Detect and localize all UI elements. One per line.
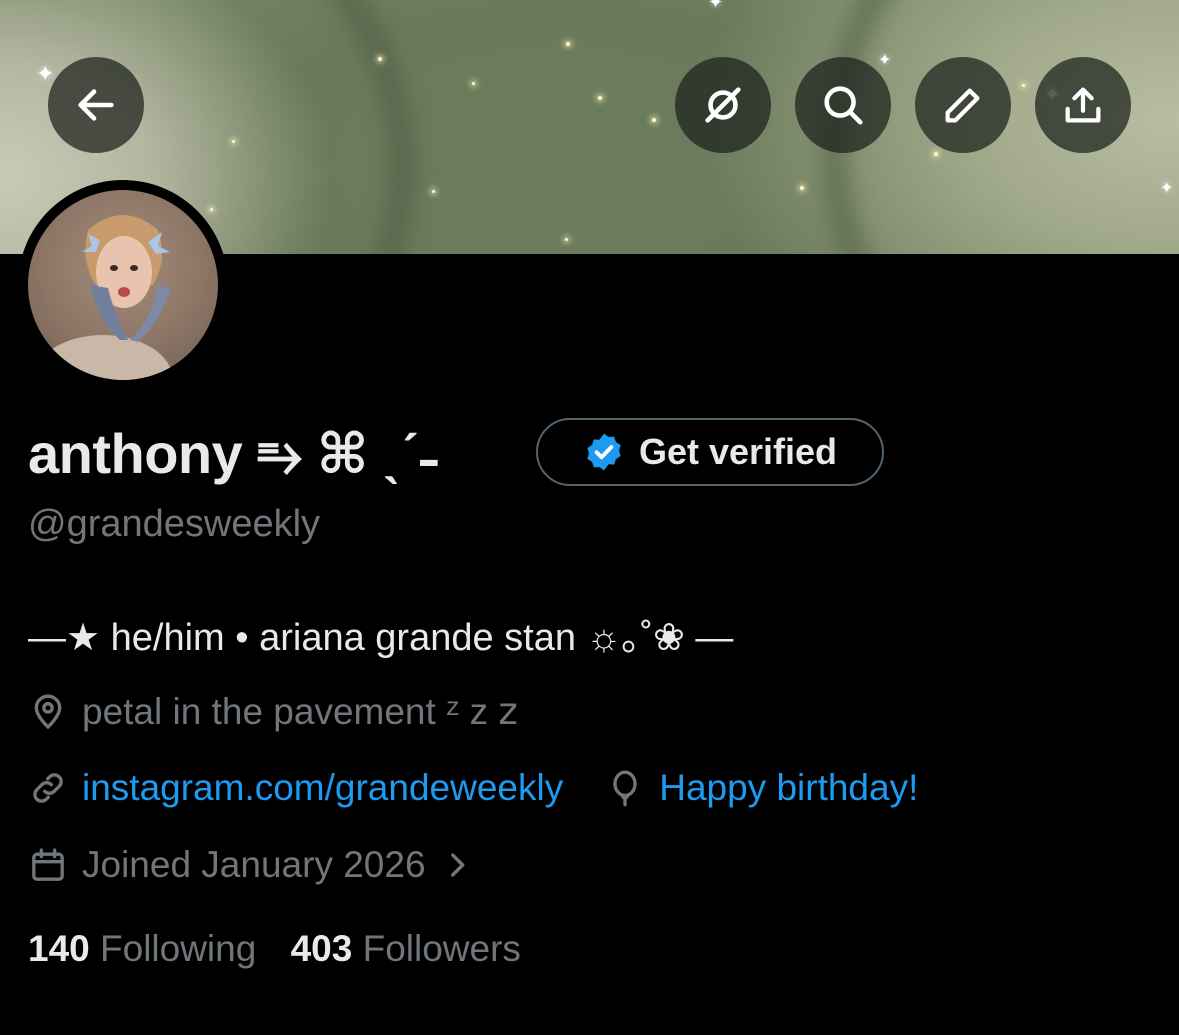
display-name: anthony ⥱ ⌘ ˎˊ˗ [28,421,438,485]
sparkle-decoration: ✦ [36,62,55,87]
share-icon [1065,87,1101,123]
birthday-link[interactable]: Happy birthday! [659,767,918,809]
location-pin-icon [34,694,62,729]
followers-label: Followers [362,928,521,969]
grok-icon [705,87,741,123]
pencil-icon [945,88,980,123]
username-handle: @grandesweekly [28,503,321,545]
get-verified-button[interactable]: Get verified [536,418,884,486]
location-text: petal in the pavement ᶻ z 𝗓 [82,691,518,732]
avatar-image [28,190,218,380]
location-row: petal in the pavement ᶻ z 𝗓 [28,690,518,733]
website-row: instagram.com/grandeweekly Happy birthda… [28,767,918,809]
sparkle-decoration: ✦ [1160,178,1174,197]
link-icon [33,773,63,803]
followers-count: 403 [290,928,353,969]
follow-stats: 140 Following 403 Followers [28,928,521,970]
share-button[interactable] [1035,57,1131,153]
following-link[interactable]: 140 Following [28,928,267,969]
followers-link[interactable]: 403 Followers [291,928,521,969]
following-count: 140 [28,928,90,969]
back-button[interactable] [48,57,144,153]
chevron-right-icon [450,853,464,877]
website-link[interactable]: instagram.com/grandeweekly [82,767,563,809]
display-name-row: anthony ⥱ ⌘ ˎˊ˗ [28,418,438,490]
grok-button[interactable] [675,57,771,153]
search-button[interactable] [795,57,891,153]
arrow-left-icon [78,89,114,121]
search-icon [824,86,863,125]
joined-row[interactable]: Joined January 2026 [28,844,488,886]
sparkle-decoration: ✦ [708,0,724,13]
get-verified-label: Get verified [638,431,838,472]
sparkle-decoration: ✦ [878,50,892,69]
calendar-icon [32,848,64,881]
balloon-icon [613,770,637,807]
joined-text: Joined January 2026 [82,844,426,885]
following-label: Following [100,928,257,969]
edit-button[interactable] [915,57,1011,153]
bio-text: —★ he/him • ariana grande stan ☼｡˚❀ — [28,617,734,659]
verified-badge-icon [587,433,621,471]
avatar[interactable] [18,180,228,390]
